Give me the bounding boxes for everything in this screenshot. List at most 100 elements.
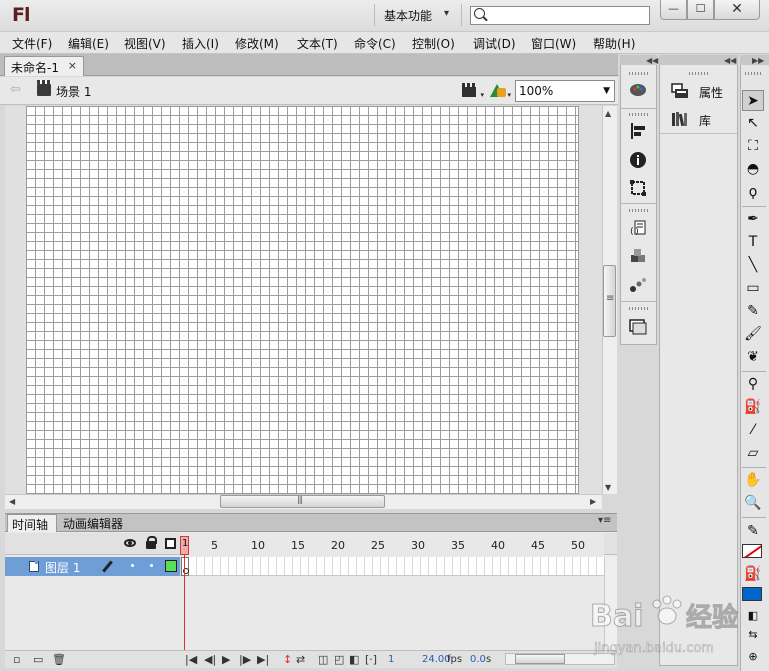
selection-tool-icon[interactable]: ➤: [742, 90, 764, 111]
new-folder-icon[interactable]: ▭: [33, 653, 43, 666]
eyedropper-tool-icon[interactable]: ⁄: [742, 420, 764, 441]
library-icon[interactable]: [671, 111, 689, 127]
menu-file[interactable]: 文件(F): [12, 35, 52, 52]
close-tab-icon[interactable]: ×: [68, 59, 77, 72]
lock-layers-icon[interactable]: [146, 536, 157, 549]
collapse-arrows-icon[interactable]: ◀◀: [724, 56, 736, 65]
scroll-left-icon[interactable]: ◀: [9, 497, 15, 506]
layer-frames[interactable]: [180, 557, 604, 576]
motion-presets-icon[interactable]: [629, 276, 647, 294]
step-forward-icon[interactable]: |▶: [239, 653, 251, 666]
stroke-color-swatch[interactable]: [742, 544, 762, 558]
subselection-tool-icon[interactable]: ↖: [742, 113, 764, 134]
search-input[interactable]: [489, 8, 647, 23]
edit-multiple-frames-icon[interactable]: ◧: [349, 653, 359, 666]
zoom-tool-icon[interactable]: 🔍: [742, 493, 764, 514]
workspace-switcher[interactable]: 基本功能 ▾: [374, 4, 462, 26]
scroll-down-icon[interactable]: ▼: [605, 483, 611, 492]
panel-menu-icon[interactable]: ▾≡: [598, 515, 611, 526]
deco-tool-icon[interactable]: ❦: [742, 347, 764, 368]
menu-commands[interactable]: 命令(C): [354, 35, 396, 52]
properties-icon[interactable]: [671, 83, 689, 99]
stage-horizontal-scroll-thumb[interactable]: [220, 495, 385, 508]
layer-lock-dot[interactable]: [150, 564, 153, 567]
layer-name[interactable]: 图层 1: [45, 559, 80, 576]
menu-modify[interactable]: 修改(M): [235, 35, 279, 52]
loop-icon[interactable]: ⇄: [296, 653, 305, 666]
panel-grip[interactable]: [629, 307, 649, 310]
document-tab[interactable]: 未命名-1 ×: [4, 56, 84, 76]
menu-debug[interactable]: 调试(D): [473, 35, 516, 52]
free-transform-tool-icon[interactable]: ⛶: [742, 136, 764, 157]
layer-outline-color[interactable]: [165, 560, 177, 572]
menu-edit[interactable]: 编辑(E): [68, 35, 109, 52]
tab-motion-editor[interactable]: 动画编辑器: [59, 514, 123, 532]
panel-item-properties[interactable]: 属性: [699, 84, 723, 101]
components-icon[interactable]: [629, 248, 647, 266]
timeline-horizontal-scroll-thumb[interactable]: [515, 654, 565, 664]
back-arrow-icon[interactable]: ⇦: [10, 82, 21, 97]
bone-tool-icon[interactable]: ⚲: [742, 374, 764, 395]
panel-grip[interactable]: [629, 72, 649, 75]
hand-tool-icon[interactable]: ✋: [742, 470, 764, 491]
menu-window[interactable]: 窗口(W): [531, 35, 576, 52]
brush-tool-icon[interactable]: 🖌: [742, 324, 764, 345]
go-to-first-frame-icon[interactable]: |◀: [185, 653, 197, 666]
stage-canvas-grid[interactable]: [26, 106, 579, 494]
panel-grip[interactable]: [629, 113, 649, 116]
text-tool-icon[interactable]: T: [742, 232, 764, 253]
menu-help[interactable]: 帮助(H): [593, 35, 635, 52]
maximize-button[interactable]: ☐: [687, 0, 714, 20]
center-frame-icon[interactable]: ↕: [283, 653, 292, 666]
edit-scene-icon[interactable]: ▾: [461, 82, 484, 100]
pen-tool-icon[interactable]: ✒: [742, 209, 764, 230]
lasso-tool-icon[interactable]: ϙ: [742, 182, 764, 203]
scroll-up-icon[interactable]: ▲: [605, 109, 611, 118]
frame-number: 45: [531, 539, 545, 552]
transform-icon[interactable]: [629, 179, 647, 197]
rectangle-tool-icon[interactable]: ▭: [742, 278, 764, 299]
step-back-icon[interactable]: ◀|: [204, 653, 216, 666]
collapse-arrows-icon[interactable]: ◀◀: [646, 56, 658, 65]
minimize-button[interactable]: —: [660, 0, 687, 20]
outline-layers-icon[interactable]: [165, 538, 176, 549]
menu-text[interactable]: 文本(T): [297, 35, 338, 52]
go-to-last-frame-icon[interactable]: ▶|: [257, 653, 269, 666]
layer-visible-dot[interactable]: [131, 564, 134, 567]
modify-markers-icon[interactable]: [·]: [365, 653, 377, 666]
edit-symbols-icon[interactable]: ▾: [488, 82, 511, 100]
code-snippets-icon[interactable]: (): [629, 219, 647, 237]
pencil-tool-icon[interactable]: ✎: [742, 301, 764, 322]
menu-control[interactable]: 控制(O): [412, 35, 455, 52]
panel-grip[interactable]: [745, 72, 763, 75]
collapse-arrows-icon[interactable]: ▶▶: [752, 56, 764, 65]
color-icon[interactable]: [629, 80, 647, 98]
stage-vertical-scroll-thumb[interactable]: [603, 265, 616, 337]
zoom-select[interactable]: 100% ▼: [515, 80, 615, 102]
menu-view[interactable]: 视图(V): [124, 35, 166, 52]
3d-rotation-tool-icon[interactable]: ◓: [742, 159, 764, 180]
panel-grip[interactable]: [629, 209, 649, 212]
scene-panel-icon[interactable]: [629, 317, 647, 335]
panel-item-library[interactable]: 库: [699, 112, 711, 129]
panel-grip[interactable]: [689, 72, 709, 75]
scroll-right-icon[interactable]: ▶: [590, 497, 596, 506]
scene-breadcrumb[interactable]: 场景 1: [56, 83, 91, 100]
close-button[interactable]: ✕: [714, 0, 760, 20]
eraser-tool-icon[interactable]: ▱: [742, 443, 764, 464]
keyframe[interactable]: [181, 557, 189, 576]
menu-insert[interactable]: 插入(I): [182, 35, 219, 52]
onion-outlines-icon[interactable]: ◰: [334, 653, 344, 666]
search-box[interactable]: [470, 6, 650, 25]
tab-timeline[interactable]: 时间轴: [7, 514, 57, 532]
line-tool-icon[interactable]: ╲: [742, 255, 764, 276]
show-hide-layers-icon[interactable]: [124, 539, 136, 547]
onion-skin-icon[interactable]: ◫: [318, 653, 328, 666]
new-layer-icon[interactable]: ▫: [13, 653, 20, 666]
delete-layer-icon[interactable]: 🗑: [52, 653, 66, 666]
align-icon[interactable]: [629, 122, 647, 140]
play-icon[interactable]: ▶: [222, 653, 230, 666]
info-icon[interactable]: [629, 151, 647, 169]
paint-bucket-tool-icon[interactable]: ⛽: [742, 397, 764, 418]
stage-area[interactable]: [5, 106, 602, 494]
